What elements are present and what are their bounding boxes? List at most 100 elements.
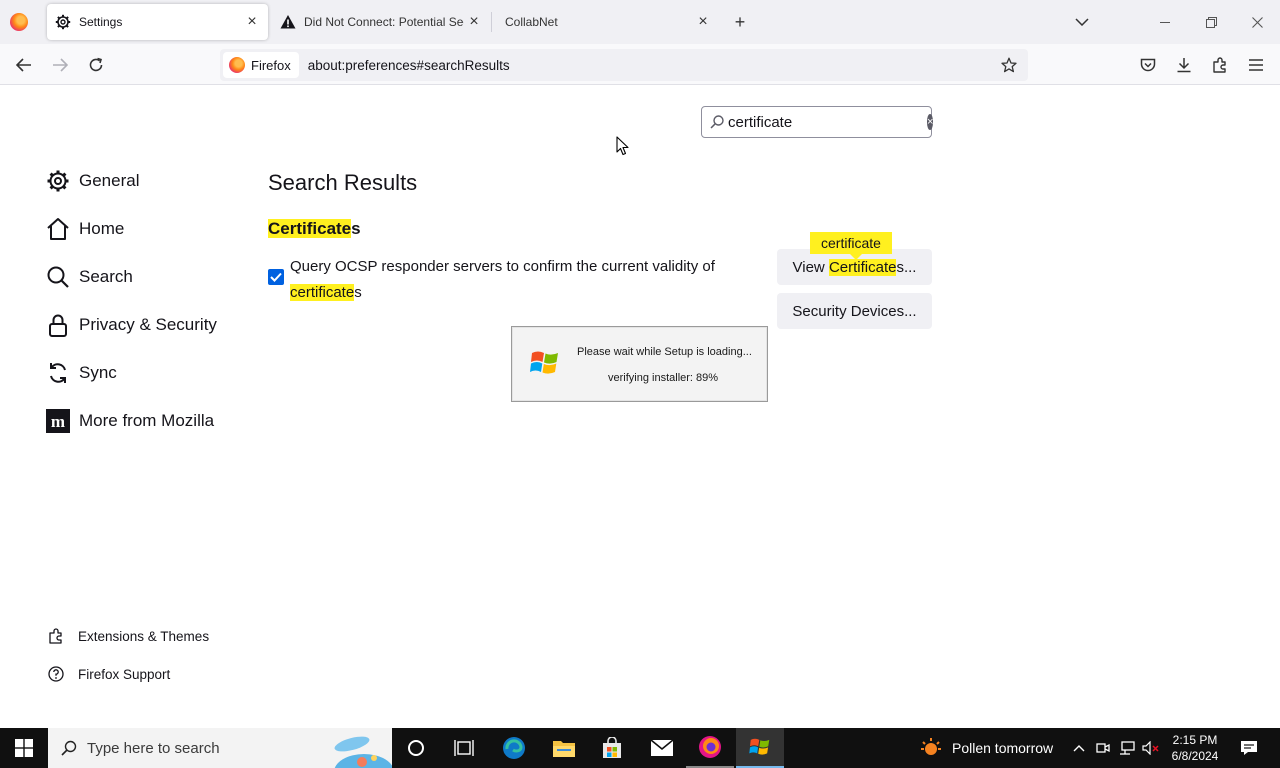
tab-title: Did Not Connect: Potential Sec (304, 15, 464, 29)
svg-text:m: m (51, 412, 65, 431)
menu-icon[interactable] (1243, 52, 1269, 78)
clock-time: 2:15 PM (1172, 733, 1218, 747)
windows-flag-icon (530, 351, 558, 374)
pocket-icon[interactable] (1135, 52, 1161, 78)
puzzle-icon (47, 627, 65, 645)
close-tab-icon[interactable]: × (242, 12, 262, 32)
ocsp-checkbox[interactable] (268, 269, 284, 285)
extensions-icon[interactable] (1207, 52, 1233, 78)
tab-collabnet[interactable]: CollabNet × (497, 4, 719, 40)
list-all-tabs-icon[interactable] (1070, 10, 1094, 34)
tab-title: Settings (79, 15, 123, 29)
certificates-group-heading: Certificates (268, 219, 361, 239)
category-label: General (79, 171, 140, 190)
restore-icon[interactable] (1188, 0, 1234, 44)
warning-icon (280, 14, 296, 30)
button-label-rest: s... (896, 258, 917, 276)
search-icon (710, 114, 724, 130)
search-highlight: Certificate (828, 258, 897, 276)
taskbar: Type here to search Pollen tomorrow 2:15… (0, 728, 1280, 768)
settings-page: × General Home Search Privacy & Security… (0, 86, 1280, 728)
category-label: Home (79, 219, 125, 238)
ocsp-rest: s (354, 284, 362, 301)
store-icon[interactable] (588, 728, 636, 768)
clear-search-icon[interactable]: × (927, 114, 934, 130)
close-window-icon[interactable] (1234, 0, 1280, 44)
category-more-from-mozilla[interactable]: m More from Mozilla (45, 406, 214, 436)
search-tooltip: certificate (810, 232, 892, 260)
close-tab-icon[interactable]: × (693, 12, 713, 32)
setup-progress-text: verifying installer: 89% (608, 372, 719, 384)
setup-message: Please wait while Setup is loading... (577, 346, 752, 358)
back-icon[interactable] (11, 52, 37, 78)
mozilla-icon: m (45, 408, 71, 434)
meet-now-icon[interactable] (1091, 728, 1115, 768)
new-tab-icon[interactable]: + (728, 10, 752, 34)
category-label: Search (79, 267, 133, 286)
url-bar[interactable]: Firefox about:preferences#searchResults (220, 49, 1028, 81)
notification-center-icon[interactable] (1234, 728, 1264, 768)
category-label: Sync (79, 363, 117, 382)
bookmark-star-icon[interactable] (998, 54, 1020, 76)
task-view-icon[interactable] (440, 728, 488, 768)
forward-icon[interactable] (47, 52, 73, 78)
home-icon (45, 216, 71, 242)
weather-text: Pollen tomorrow (952, 740, 1054, 756)
ocsp-checkbox-row[interactable]: Query OCSP responder servers to confirm … (268, 254, 718, 306)
button-label: View (792, 258, 829, 276)
windows-logo-icon (15, 739, 33, 757)
mail-icon[interactable] (638, 728, 686, 768)
footer-link-label: Firefox Support (78, 666, 171, 682)
network-icon[interactable] (1115, 728, 1139, 768)
weather-widget[interactable]: Pollen tomorrow (920, 728, 1053, 768)
settings-search[interactable]: × (701, 106, 934, 138)
identity-box[interactable]: Firefox (223, 52, 299, 78)
tab-separator (491, 12, 492, 32)
firefox-support-link[interactable]: Firefox Support (47, 663, 170, 685)
footer-link-label: Extensions & Themes (78, 628, 210, 644)
security-devices-button[interactable]: Security Devices... (777, 293, 932, 329)
category-sync[interactable]: Sync (45, 358, 117, 388)
sync-icon (45, 360, 71, 386)
search-highlight: certificate (290, 284, 355, 301)
edge-icon[interactable] (490, 728, 538, 768)
category-home[interactable]: Home (45, 214, 124, 244)
lock-icon (45, 312, 71, 338)
downloads-icon[interactable] (1171, 52, 1197, 78)
help-icon (47, 665, 65, 683)
volume-muted-icon[interactable] (1139, 728, 1163, 768)
system-clock[interactable]: 2:15 PM 6/8/2024 (1164, 732, 1226, 764)
identity-label: Firefox (251, 57, 291, 73)
firefox-taskbar-icon[interactable] (686, 728, 734, 768)
url-text[interactable]: about:preferences#searchResults (308, 58, 510, 73)
pollen-icon (921, 738, 941, 755)
category-search[interactable]: Search (45, 262, 133, 292)
gear-icon (45, 168, 71, 194)
cortana-icon[interactable] (392, 728, 440, 768)
search-icon (60, 739, 78, 757)
search-highlight: Certificate (268, 219, 352, 238)
reload-icon[interactable] (83, 52, 109, 78)
gear-icon (55, 14, 71, 30)
category-label: Privacy & Security (79, 315, 217, 334)
category-general[interactable]: General (45, 166, 139, 196)
minimize-icon[interactable] (1142, 0, 1188, 44)
tab-did-not-connect[interactable]: Did Not Connect: Potential Sec × (272, 4, 490, 40)
navigation-toolbar: Firefox about:preferences#searchResults (0, 44, 1280, 85)
search-icon (45, 264, 71, 290)
setup-taskbar-icon[interactable] (736, 728, 784, 768)
start-button[interactable] (0, 728, 48, 768)
taskbar-search-box[interactable]: Type here to search (48, 728, 392, 768)
clock-date: 6/8/2024 (1171, 749, 1219, 763)
firefox-icon (229, 57, 245, 73)
search-input[interactable] (728, 113, 927, 131)
close-tab-icon[interactable]: × (464, 12, 484, 32)
category-privacy-security[interactable]: Privacy & Security (45, 310, 217, 340)
extensions-themes-link[interactable]: Extensions & Themes (47, 625, 209, 647)
tab-settings[interactable]: Settings × (47, 4, 268, 40)
file-explorer-icon[interactable] (540, 728, 588, 768)
firefox-view-icon[interactable] (10, 13, 28, 31)
setup-loading-dialog: Please wait while Setup is loading... ve… (511, 326, 768, 402)
show-hidden-icons-icon[interactable] (1067, 728, 1091, 768)
category-label: More from Mozilla (79, 411, 215, 430)
